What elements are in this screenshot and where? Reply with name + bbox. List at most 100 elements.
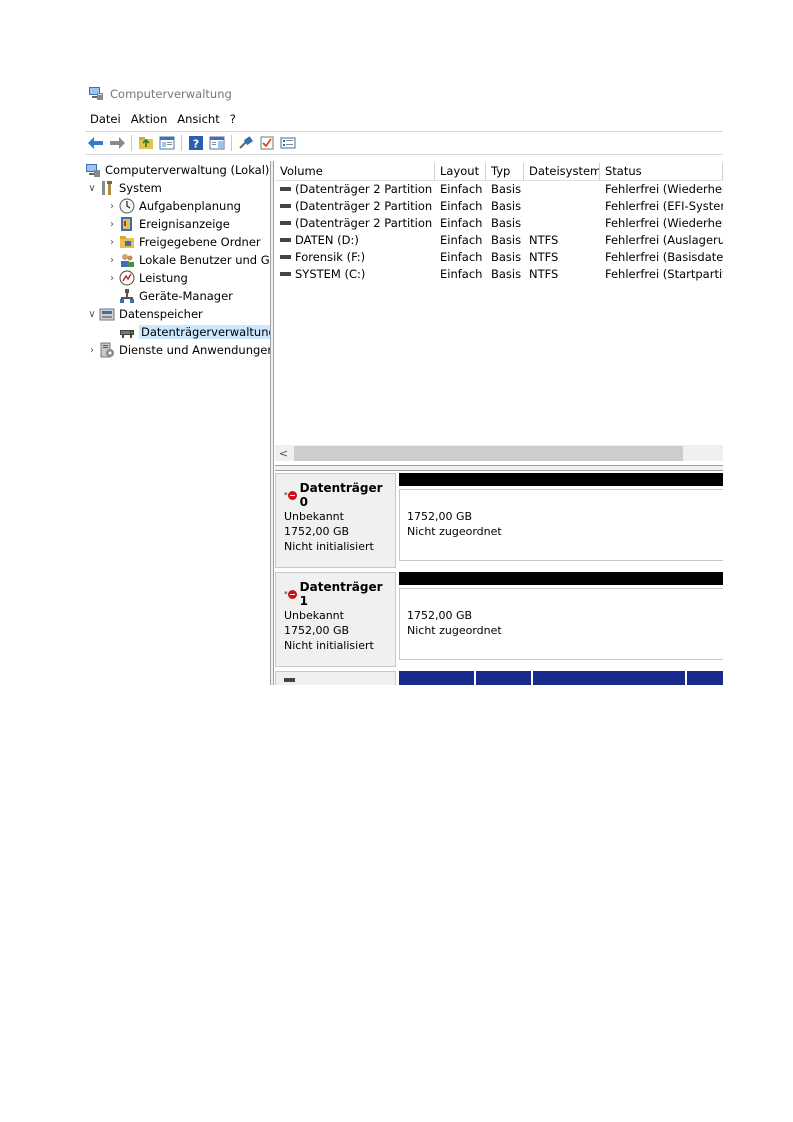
status-cell: Fehlerfrei (Basisdatenp — [605, 250, 723, 264]
disk-info-panel[interactable] — [275, 671, 396, 685]
tree-item-leistung[interactable]: › Leistung — [85, 269, 270, 287]
pane-splitter[interactable] — [270, 161, 274, 685]
volume-icon — [280, 271, 291, 276]
column-header-typ[interactable]: Typ — [486, 163, 524, 180]
properties-list-icon[interactable] — [279, 134, 297, 152]
disk-name: * Datenträger 0 — [284, 481, 395, 509]
volume-name: (Datenträger 2 Partition 1) — [295, 182, 435, 196]
filesystem-cell: NTFS — [529, 250, 559, 264]
filesystem-cell — [524, 181, 600, 198]
column-header-status[interactable]: Status — [600, 163, 723, 180]
tree-item-computerverwaltung[interactable]: Computerverwaltung (Lokal) — [85, 161, 270, 179]
unallocated-partition[interactable]: 1752,00 GB Nicht zugeordnet — [399, 588, 723, 660]
menu-datei[interactable]: Datei — [85, 112, 126, 126]
disk-icon — [284, 678, 295, 682]
table-row[interactable]: Forensik (F:) Einfach Basis NTFS Fehlerf… — [275, 249, 723, 266]
up-folder-icon[interactable] — [137, 134, 155, 152]
disk-name: * Datenträger 1 — [284, 580, 395, 608]
tree-item-label: Datenspeicher — [119, 307, 203, 321]
type-cell: Basis — [491, 233, 522, 247]
show-action-pane-icon[interactable] — [208, 134, 226, 152]
table-row[interactable]: SYSTEM (C:) Einfach Basis NTFS Fehlerfre… — [275, 266, 723, 283]
disk-type: Unbekannt — [284, 510, 344, 523]
toolbar-separator — [231, 135, 232, 151]
partition-state: Nicht zugeordnet — [407, 525, 502, 538]
console-tree: Computerverwaltung (Lokal) ∨ System › Au… — [85, 161, 270, 685]
chevron-right-icon[interactable]: › — [105, 219, 119, 230]
disk-icon — [284, 678, 395, 683]
partition-bar — [687, 671, 723, 685]
tree-item-datenspeicher[interactable]: ∨ Datenspeicher — [85, 305, 270, 323]
disk-info-panel[interactable]: * Datenträger 1 Unbekannt 1752,00 GB Nich… — [275, 572, 396, 667]
status-cell: Fehlerfrei (Auslagerun — [605, 233, 723, 247]
chevron-right-icon[interactable]: › — [85, 345, 99, 356]
chevron-down-icon[interactable]: ∨ — [85, 309, 99, 320]
menu-bar: Datei Aktion Ansicht ? — [85, 109, 723, 129]
table-row[interactable]: (Datenträger 2 Partition 5) Einfach Basi… — [275, 215, 723, 232]
status-cell: Fehlerfrei (Wiederherst — [605, 182, 723, 196]
connect-icon[interactable] — [237, 134, 255, 152]
chevron-right-icon[interactable]: › — [105, 255, 119, 266]
tree-item-label: Computerverwaltung (Lokal) — [105, 163, 270, 177]
volume-name: (Datenträger 2 Partition 2) — [295, 199, 435, 213]
menu-aktion[interactable]: Aktion — [126, 112, 173, 126]
error-icon — [287, 589, 297, 599]
disk-2-partial[interactable] — [275, 671, 723, 685]
filesystem-cell — [524, 198, 600, 215]
chevron-right-icon[interactable]: › — [105, 237, 119, 248]
tree-item-geraete-manager[interactable]: Geräte-Manager — [85, 287, 270, 305]
column-header-layout[interactable]: Layout — [435, 163, 486, 180]
scrollbar-thumb[interactable] — [294, 445, 683, 461]
disk-type: Unbekannt — [284, 609, 344, 622]
disk-graphical-view: * Datenträger 0 Unbekannt 1752,00 GB Nich… — [275, 471, 723, 685]
tree-item-datentraegerverwaltung[interactable]: Datenträgerverwaltung — [85, 323, 270, 341]
horizontal-scrollbar[interactable]: < — [275, 445, 723, 461]
tree-item-system[interactable]: ∨ System — [85, 179, 270, 197]
volume-list: Volume Layout Typ Dateisystem Status (Da… — [275, 163, 723, 463]
filesystem-cell: NTFS — [529, 233, 559, 247]
disk-info-panel[interactable]: * Datenträger 0 Unbekannt 1752,00 GB Nich… — [275, 473, 396, 568]
tree-item-label: Geräte-Manager — [139, 289, 233, 303]
type-cell: Basis — [491, 182, 522, 196]
title-bar: Computerverwaltung — [85, 83, 723, 105]
type-cell: Basis — [491, 250, 522, 264]
disk-1[interactable]: * Datenträger 1 Unbekannt 1752,00 GB Nich… — [275, 572, 723, 667]
unallocated-partition[interactable]: 1752,00 GB Nicht zugeordnet — [399, 489, 723, 561]
users-icon — [119, 252, 135, 268]
forward-arrow-icon[interactable] — [108, 134, 126, 152]
checklist-icon[interactable] — [258, 134, 276, 152]
chevron-down-icon[interactable]: ∨ — [85, 183, 99, 194]
tree-item-aufgabenplanung[interactable]: › Aufgabenplanung — [85, 197, 270, 215]
layout-cell: Einfach — [440, 233, 483, 247]
table-row[interactable]: (Datenträger 2 Partition 1) Einfach Basi… — [275, 181, 723, 198]
table-row[interactable]: (Datenträger 2 Partition 2) Einfach Basi… — [275, 198, 723, 215]
error-icon — [287, 490, 297, 500]
menu-help[interactable]: ? — [225, 112, 241, 126]
back-arrow-icon[interactable] — [87, 134, 105, 152]
volume-icon — [280, 203, 291, 208]
volume-name: Forensik (F:) — [295, 250, 366, 264]
column-header-dateisystem[interactable]: Dateisystem — [524, 163, 600, 180]
help-icon[interactable]: ? — [187, 134, 205, 152]
tree-item-freigegebene-ordner[interactable]: › Freigegebene Ordner — [85, 233, 270, 251]
volume-name: (Datenträger 2 Partition 5) — [295, 216, 435, 230]
disk-0[interactable]: * Datenträger 0 Unbekannt 1752,00 GB Nich… — [275, 473, 723, 568]
volume-icon — [280, 237, 291, 242]
show-hide-console-tree-icon[interactable] — [158, 134, 176, 152]
tree-item-label: Freigegebene Ordner — [139, 235, 261, 249]
partition-bar — [399, 671, 476, 685]
tree-item-lokale-benutzer[interactable]: › Lokale Benutzer und Gru — [85, 251, 270, 269]
chevron-right-icon[interactable]: › — [105, 273, 119, 284]
layout-cell: Einfach — [440, 250, 483, 264]
tree-item-ereignisanzeige[interactable]: › Ereignisanzeige — [85, 215, 270, 233]
status-cell: Fehlerfrei (Startpartitio — [605, 267, 723, 281]
table-row[interactable]: DATEN (D:) Einfach Basis NTFS Fehlerfrei… — [275, 232, 723, 249]
unallocated-bar — [399, 572, 723, 585]
scroll-left-arrow-icon[interactable]: < — [275, 447, 292, 460]
menu-ansicht[interactable]: Ansicht — [172, 112, 224, 126]
window-title: Computerverwaltung — [110, 87, 232, 101]
tree-item-dienste-und-anwendungen[interactable]: › Dienste und Anwendungen — [85, 341, 270, 359]
chevron-right-icon[interactable]: › — [105, 201, 119, 212]
column-header-volume[interactable]: Volume — [275, 163, 435, 180]
computer-management-icon — [85, 162, 101, 178]
